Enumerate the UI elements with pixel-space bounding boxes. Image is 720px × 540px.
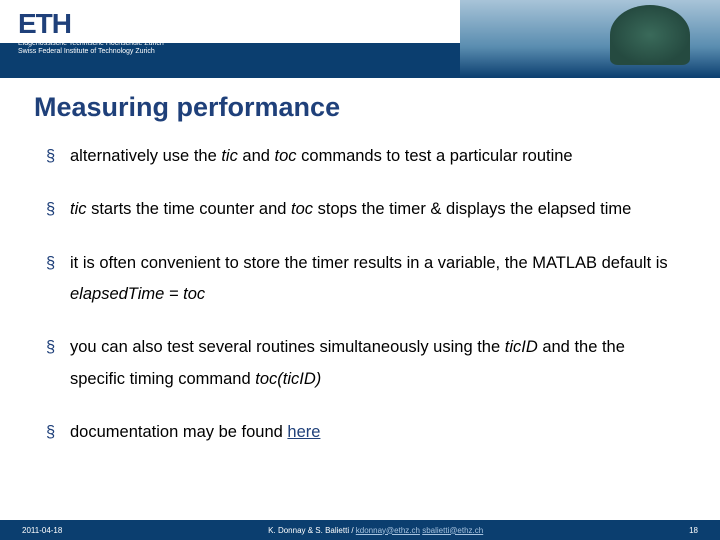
authors-text: K. Donnay & S. Balietti / — [268, 526, 356, 535]
eth-logo-subtitle: Eidgenössische Technische Hochschule Zür… — [18, 40, 164, 57]
code-tic: tic — [70, 200, 87, 218]
logo-sub-line1: Eidgenössische Technische Hochschule Zür… — [18, 40, 164, 47]
text: you can also test several routines simul… — [70, 338, 505, 356]
text: starts the time counter and — [87, 200, 292, 218]
text: alternatively use the — [70, 147, 221, 165]
header-photo — [460, 0, 720, 78]
text: it is often convenient to store the time… — [70, 254, 668, 272]
slide-footer: 2011-04-18 K. Donnay & S. Balietti / kdo… — [0, 520, 720, 540]
bullet-item: tic starts the time counter and toc stop… — [46, 194, 684, 225]
slide-title: Measuring performance — [34, 92, 720, 123]
code-toc: toc — [291, 200, 313, 218]
code-tocticid: toc(ticID) — [255, 370, 321, 388]
text: and — [238, 147, 275, 165]
bullet-item: you can also test several routines simul… — [46, 332, 684, 395]
code-tic: tic — [221, 147, 238, 165]
slide-content: alternatively use the tic and toc comman… — [0, 141, 720, 448]
eth-logo: ETH — [18, 8, 71, 40]
slide-header: ETH Eidgenössische Technische Hochschule… — [0, 0, 720, 78]
email-link-2[interactable]: sbalietti@ethz.ch — [422, 526, 483, 535]
bullet-item: documentation may be found here — [46, 417, 684, 448]
footer-authors: K. Donnay & S. Balietti / kdonnay@ethz.c… — [62, 526, 689, 535]
email-link-1[interactable]: kdonnay@ethz.ch — [356, 526, 420, 535]
bullet-item: alternatively use the tic and toc comman… — [46, 141, 684, 172]
doc-link[interactable]: here — [287, 423, 320, 441]
text: commands to test a particular routine — [297, 147, 573, 165]
logo-sub-line2: Swiss Federal Institute of Technology Zu… — [18, 48, 155, 55]
footer-page-number: 18 — [689, 526, 698, 535]
text: documentation may be found — [70, 423, 287, 441]
code-elapsed: elapsedTime = toc — [70, 285, 205, 303]
text: stops the timer & displays the elapsed t… — [313, 200, 631, 218]
footer-date: 2011-04-18 — [22, 526, 62, 535]
code-toc: toc — [275, 147, 297, 165]
dome-image — [610, 5, 690, 65]
bullet-item: it is often convenient to store the time… — [46, 248, 684, 311]
code-ticid: ticID — [505, 338, 538, 356]
